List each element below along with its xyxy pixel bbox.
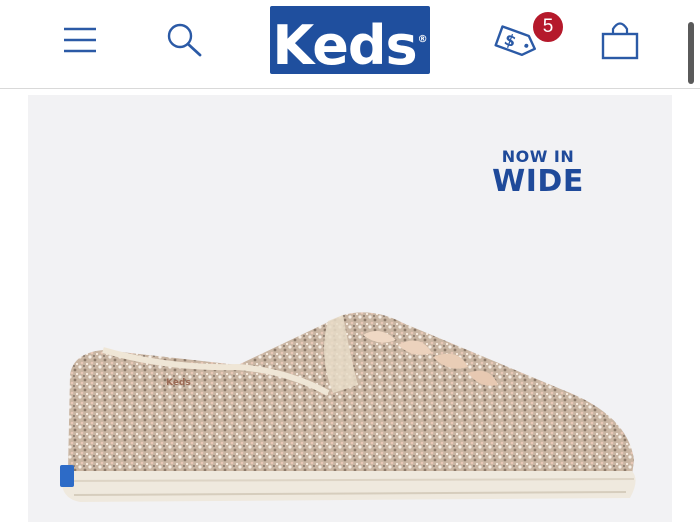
hamburger-menu-icon bbox=[64, 27, 96, 53]
top-header: Keds® $ 5 bbox=[0, 0, 700, 89]
glitter-sneaker-image: Keds bbox=[60, 312, 636, 502]
shopping-bag-icon bbox=[601, 22, 639, 60]
cart-count-badge: 5 bbox=[532, 11, 564, 43]
promo-line-2: WIDE bbox=[492, 164, 584, 199]
registered-mark: ® bbox=[417, 34, 428, 45]
keds-logo[interactable]: Keds® bbox=[270, 6, 430, 77]
svg-text:$: $ bbox=[502, 30, 519, 52]
promo-text: NOW IN WIDE bbox=[490, 147, 586, 197]
shoe-brand-label: Keds bbox=[166, 378, 191, 388]
brand-name: Keds bbox=[272, 14, 417, 77]
search-button[interactable] bbox=[164, 20, 206, 60]
hero-banner[interactable]: NOW IN WIDE Keds bbox=[28, 95, 672, 522]
search-icon bbox=[167, 23, 202, 57]
menu-button[interactable] bbox=[60, 22, 100, 58]
shopping-bag-button[interactable] bbox=[598, 18, 642, 62]
scrollbar[interactable] bbox=[688, 22, 694, 84]
